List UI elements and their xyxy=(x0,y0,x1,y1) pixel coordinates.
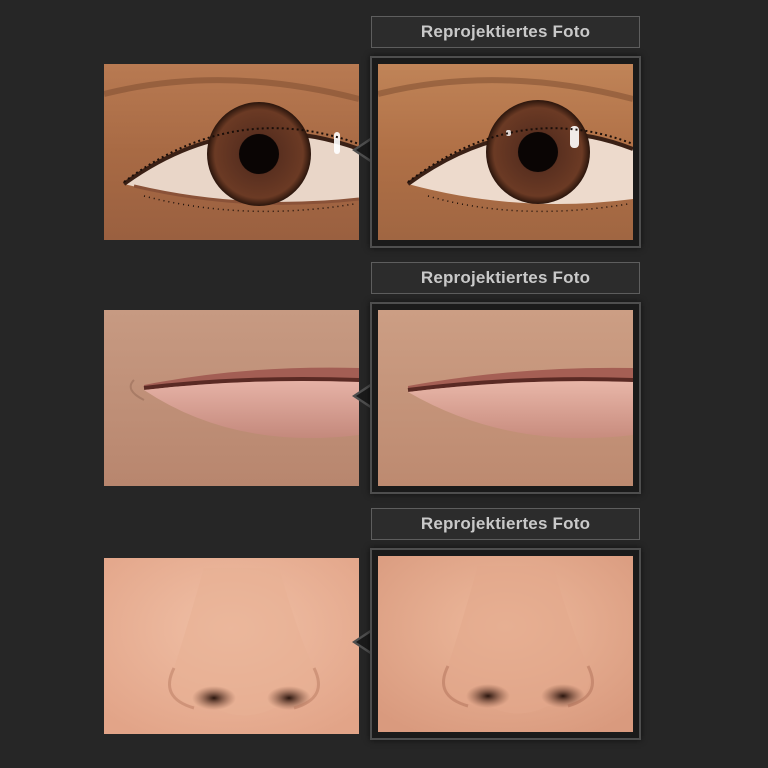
pointer-arrow-inner xyxy=(356,633,370,651)
reprojected-eye-image xyxy=(378,64,633,240)
reprojected-nose-image xyxy=(378,556,633,732)
reprojected-photo-label: Reprojektiertes Foto xyxy=(371,16,640,48)
reprojected-lips-frame xyxy=(370,302,641,494)
reprojected-eye-frame xyxy=(370,56,641,248)
comparison-row-nose: Reprojektiertes Foto xyxy=(0,492,768,740)
rendered-lips-image xyxy=(104,310,359,486)
comparison-row-lips: Reprojektiertes Foto xyxy=(0,246,768,494)
reprojected-photo-label: Reprojektiertes Foto xyxy=(371,508,640,540)
pointer-arrow-inner xyxy=(356,387,370,405)
rendered-nose-image xyxy=(104,558,359,734)
pointer-arrow-inner xyxy=(356,141,370,159)
comparison-row-eye: Reprojektiertes Foto xyxy=(0,0,768,248)
rendered-eye-image xyxy=(104,64,359,240)
reprojected-photo-label: Reprojektiertes Foto xyxy=(371,262,640,294)
reprojected-nose-frame xyxy=(370,548,641,740)
reprojected-lips-image xyxy=(378,310,633,486)
